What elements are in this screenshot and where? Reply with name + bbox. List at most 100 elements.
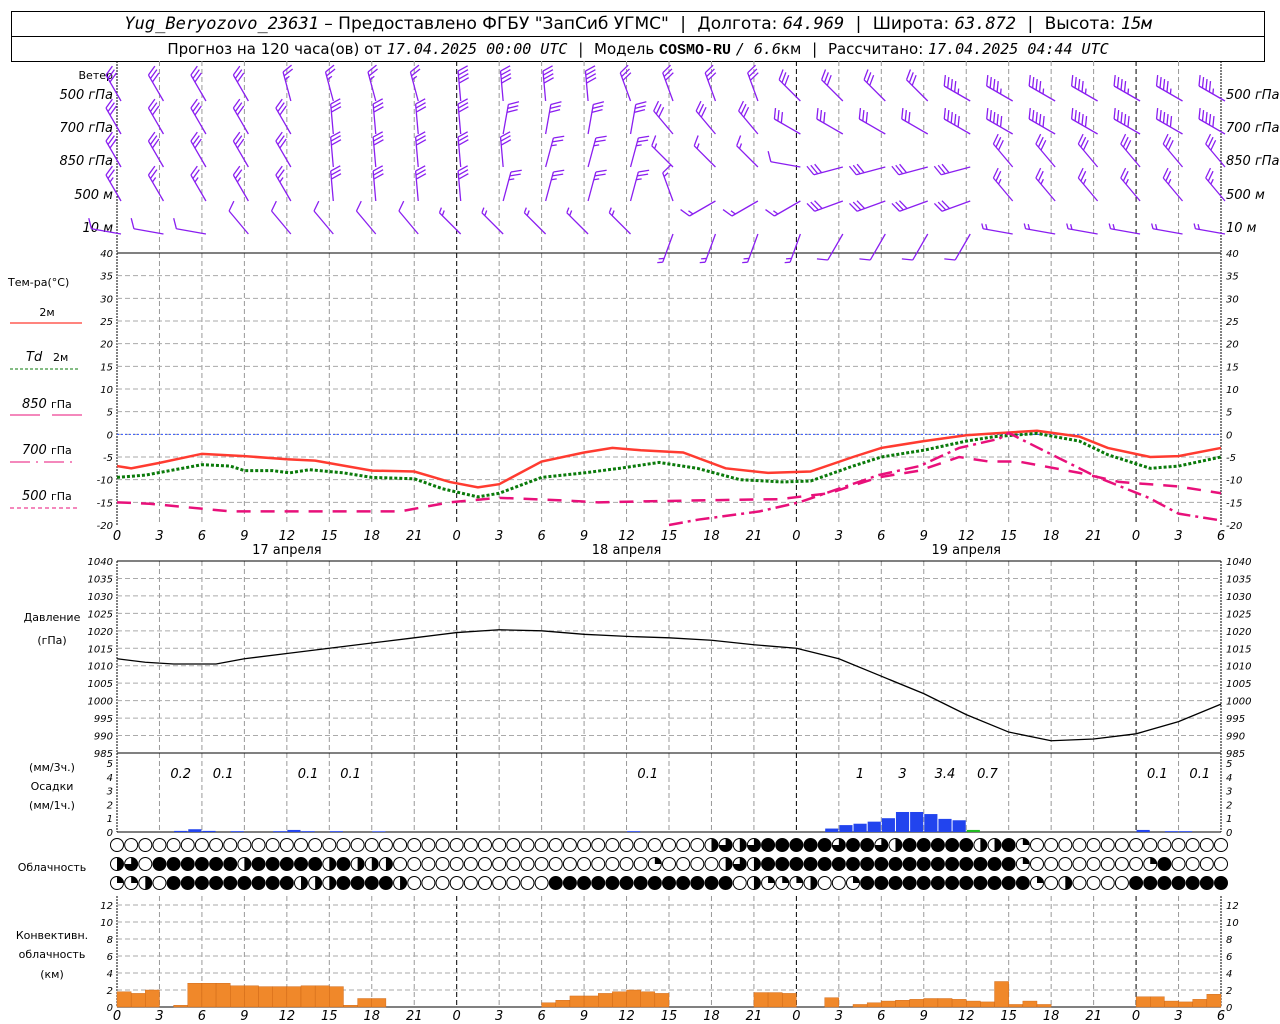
cloud-cover-symbol <box>1058 876 1073 890</box>
wind-barb-feather <box>826 74 832 86</box>
cloud-circle <box>704 857 719 871</box>
wind-barb-feather <box>506 109 518 113</box>
conv-tick-label: 4 <box>107 969 113 980</box>
precip-3h-total: 1 <box>856 767 864 782</box>
wind-barb-feather <box>680 209 690 217</box>
wind-barb <box>270 200 292 235</box>
cloud-circle <box>1044 838 1059 852</box>
wind-barb <box>891 163 928 176</box>
wind-barb-staff <box>747 72 759 102</box>
cloud-fill <box>209 876 223 890</box>
wind-barb <box>1205 167 1226 202</box>
wind-barb-feather <box>765 209 775 217</box>
wind-barb-feather <box>859 258 871 261</box>
cloud-cover-symbol <box>945 838 960 852</box>
cloud-cover-symbol <box>676 876 691 890</box>
cloud-cover-symbol <box>1171 838 1186 852</box>
wind-barb-feather <box>688 210 694 215</box>
cloud-cover-symbol <box>647 876 662 890</box>
cloud-cover-symbol <box>421 857 436 871</box>
cloud-fill <box>980 838 987 852</box>
precip-bar <box>853 823 867 832</box>
cloud-cover-symbol <box>619 857 634 871</box>
cloud-circle <box>463 876 478 890</box>
cloud-cover-symbol <box>775 876 790 890</box>
cloud-cover-symbol <box>520 876 535 890</box>
temp-tick-label: -10 <box>97 476 113 487</box>
wind-barb-staff <box>414 171 419 202</box>
cloud-cover-symbol <box>194 857 209 871</box>
hour-tick-label: 21 <box>1085 529 1102 544</box>
pressure-tick-label-right: 1025 <box>1226 609 1251 620</box>
cloud-circle <box>138 857 153 871</box>
precip-bar <box>910 811 924 832</box>
cloud-cover-symbol <box>279 838 294 852</box>
cloud-cover-symbol <box>1157 838 1172 852</box>
cloud-cover-symbol <box>761 838 776 852</box>
wind-barb-feather <box>1201 110 1205 122</box>
cloud-cover-symbol <box>959 876 974 890</box>
cloud-fill <box>690 876 704 890</box>
wind-barb-feather <box>1070 75 1074 87</box>
cloud-fill <box>1157 876 1171 890</box>
wind-barb-feather <box>1028 75 1031 87</box>
cloud-cover-symbol <box>930 857 945 871</box>
wind-barb <box>147 165 165 202</box>
cloud-circle <box>180 838 195 852</box>
wind-barb-staff <box>869 233 886 261</box>
cloud-cover-symbol <box>619 876 634 890</box>
cloud-circle <box>1086 838 1101 852</box>
wind-barb-staff <box>821 79 844 102</box>
wind-barb-feather <box>1070 108 1074 120</box>
wind-barb-feather <box>236 177 242 183</box>
temp-tick-label: 30 <box>100 294 113 305</box>
hour-tick-label-bottom: 21 <box>406 1009 423 1024</box>
wind-barb <box>414 98 427 135</box>
convective-bar <box>286 986 302 1008</box>
cloud-cover-symbol <box>364 876 379 890</box>
temp-tick-label-right: -20 <box>1226 521 1242 532</box>
cloud-cover-symbol <box>251 838 266 852</box>
cloud-circle <box>435 857 450 871</box>
wind-barb-staff <box>275 140 292 168</box>
cloud-cover-symbol <box>492 838 507 852</box>
cloud-fill <box>903 857 917 871</box>
cloud-cover-symbol <box>336 857 351 871</box>
wind-barb-feather <box>1031 77 1035 89</box>
wind-barb-feather <box>508 178 515 181</box>
hour-tick-label-bottom: 6 <box>537 1009 545 1024</box>
wind-barb-staff <box>542 71 547 102</box>
wind-barb-staff <box>1035 177 1056 202</box>
wind-barb-staff <box>275 107 292 135</box>
wind-barb <box>502 101 520 135</box>
wind-barb <box>933 200 971 212</box>
cloud-cover-symbol <box>1214 838 1228 852</box>
pressure-tick-label-right: 1040 <box>1226 557 1251 568</box>
wind-barb-staff <box>693 145 716 168</box>
wind-barb-feather <box>313 200 320 212</box>
cloud-cover-symbol <box>746 838 761 852</box>
cloud-cover-symbol <box>831 876 846 890</box>
wind-barb-feather <box>1159 77 1162 89</box>
cloud-circle <box>407 838 422 852</box>
cloud-cover-symbol <box>1086 857 1101 871</box>
cloud-fill <box>237 876 251 890</box>
cloud-fill <box>768 876 775 883</box>
cloud-fill <box>1016 876 1030 890</box>
cloud-cover-symbol <box>364 857 379 871</box>
wind-barb <box>457 98 469 135</box>
cloud-circle <box>364 838 379 852</box>
wind-barb-feather <box>595 169 607 173</box>
wind-level-label-right: 500 м <box>1226 188 1265 203</box>
wind-barb-staff <box>398 210 419 235</box>
cloud-cover-symbol <box>718 857 733 871</box>
pressure-tick-label-right: 1010 <box>1226 662 1251 673</box>
cloud-cover-symbol <box>294 838 308 852</box>
cloud-cover-symbol <box>1129 876 1144 890</box>
wind-barb-feather <box>1066 223 1069 229</box>
hour-tick-label: 18 <box>1043 529 1060 544</box>
convective-bar <box>640 991 656 1008</box>
conv-title-2: облачность <box>19 948 86 961</box>
cloud-fill <box>308 857 322 871</box>
wind-barb-feather <box>992 79 996 91</box>
